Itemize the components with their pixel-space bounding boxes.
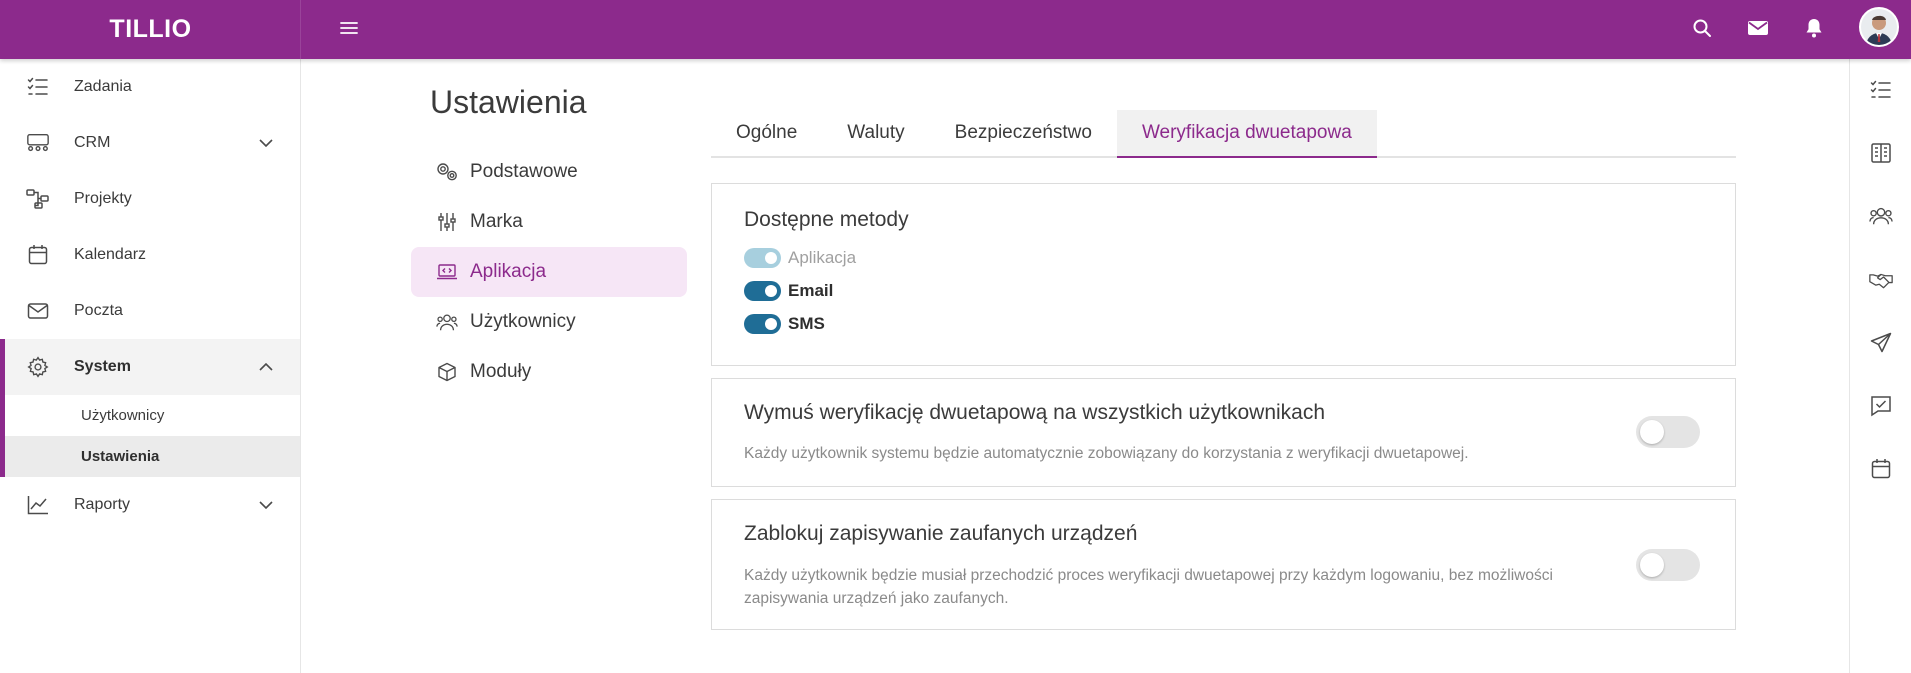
contacts-icon[interactable] [1869,204,1893,228]
sidebar-subitem-ustawienia[interactable]: Ustawienia [0,436,300,477]
page-title: Ustawienia [430,84,587,120]
sliders-icon [436,211,458,233]
building-icon[interactable] [1869,141,1893,165]
crm-icon [26,131,50,155]
settings-menu-aplikacja[interactable]: Aplikacja [411,247,687,297]
user-avatar[interactable] [1859,7,1899,47]
sidebar-item-label: System [74,358,131,375]
cube-icon [436,361,458,383]
card-description: Każdy użytkownik będzie musiał przechodz… [744,567,1553,607]
calendar-icon [26,243,50,267]
method-aplikacja: Aplikacja [744,248,856,268]
settings-menu: Podstawowe Marka Aplikacja Użytkownicy M… [411,147,687,397]
block-trusted-devices-switch[interactable] [1636,549,1700,581]
sidebar-item-zadania[interactable]: Zadania [0,59,300,115]
users-icon [436,311,458,333]
card-title: Wymuś weryfikację dwuetapową na wszystki… [744,401,1326,424]
tab-bezpieczenstwo[interactable]: Bezpieczeństwo [930,110,1117,156]
sidebar-item-crm[interactable]: CRM [0,115,300,171]
sidebar: Zadania CRM Projekty Kalendarz Poczta Sy… [0,59,301,673]
system-submenu: Użytkownicy Ustawienia [0,395,300,477]
method-label: Aplikacja [788,248,857,267]
sidebar-item-label: Projekty [74,190,132,207]
method-label: SMS [788,314,825,333]
sidebar-item-label: Kalendarz [74,246,147,263]
settings-menu-label: Aplikacja [470,261,547,282]
mail-icon[interactable] [1746,16,1770,40]
force-2fa-card: Wymuś weryfikację dwuetapową na wszystki… [711,378,1736,487]
app-logo[interactable]: TILLIO [0,0,301,59]
tasks-icon[interactable] [1869,78,1893,102]
sidebar-item-label: Poczta [74,302,123,319]
sidebar-item-label: Zadania [74,78,132,95]
gears-icon [436,161,458,183]
projects-icon [26,187,50,211]
tab-ogolne[interactable]: Ogólne [711,110,822,156]
sidebar-subitem-uzytkownicy[interactable]: Użytkownicy [0,395,300,436]
force-2fa-switch[interactable] [1636,416,1700,448]
chevron-down-icon[interactable] [254,131,278,155]
chevron-up-icon[interactable] [254,355,278,379]
handshake-icon[interactable] [1869,268,1893,292]
settings-menu-label: Marka [470,211,523,232]
settings-menu-label: Moduły [470,361,532,382]
right-rail [1849,59,1911,673]
method-sms[interactable]: SMS [744,314,825,334]
settings-menu-uzytkownicy[interactable]: Użytkownicy [411,297,687,347]
logo-divider [300,0,301,59]
method-email[interactable]: Email [744,281,833,301]
tasks-icon [26,75,50,99]
message-check-icon[interactable] [1869,394,1893,418]
top-bar: TILLIO [0,0,1911,59]
notification-bell-icon[interactable] [1802,16,1826,40]
laptop-code-icon [436,261,458,283]
chevron-down-icon[interactable] [254,493,278,517]
settings-tabs: Ogólne Waluty Bezpieczeństwo Weryfikacja… [711,110,1736,158]
gear-icon [26,355,50,379]
card-title: Zablokuj zapisywanie zaufanych urządzeń [744,522,1138,545]
card-description: Każdy użytkownik systemu będzie automaty… [744,445,1469,462]
settings-menu-marka[interactable]: Marka [411,197,687,247]
mail-icon [26,299,50,323]
menu-toggle-icon[interactable] [337,16,361,40]
card-title: Dostępne metody [744,208,909,231]
reports-icon [26,493,50,517]
block-trusted-devices-card: Zablokuj zapisywanie zaufanych urządzeń … [711,499,1736,630]
send-icon[interactable] [1869,331,1893,355]
method-toggle [744,248,781,268]
tab-weryfikacja-dwuetapowa[interactable]: Weryfikacja dwuetapowa [1116,110,1377,158]
sidebar-item-label: CRM [74,134,111,151]
settings-menu-podstawowe[interactable]: Podstawowe [411,147,687,197]
sidebar-item-kalendarz[interactable]: Kalendarz [0,227,300,283]
sidebar-item-projekty[interactable]: Projekty [0,171,300,227]
method-toggle[interactable] [744,281,781,301]
tab-waluty[interactable]: Waluty [822,110,929,156]
calendar-icon[interactable] [1869,457,1893,481]
settings-menu-moduly[interactable]: Moduły [411,347,687,397]
sidebar-item-label: Raporty [74,496,131,513]
method-label: Email [788,281,834,300]
sidebar-item-raporty[interactable]: Raporty [0,477,300,533]
method-toggle[interactable] [744,314,781,334]
settings-menu-label: Podstawowe [470,161,578,182]
search-icon[interactable] [1690,16,1714,40]
sidebar-item-system[interactable]: System [0,339,300,395]
settings-menu-label: Użytkownicy [470,311,576,332]
sidebar-item-poczta[interactable]: Poczta [0,283,300,339]
available-methods-card: Dostępne metody Aplikacja Email SMS [711,183,1736,366]
